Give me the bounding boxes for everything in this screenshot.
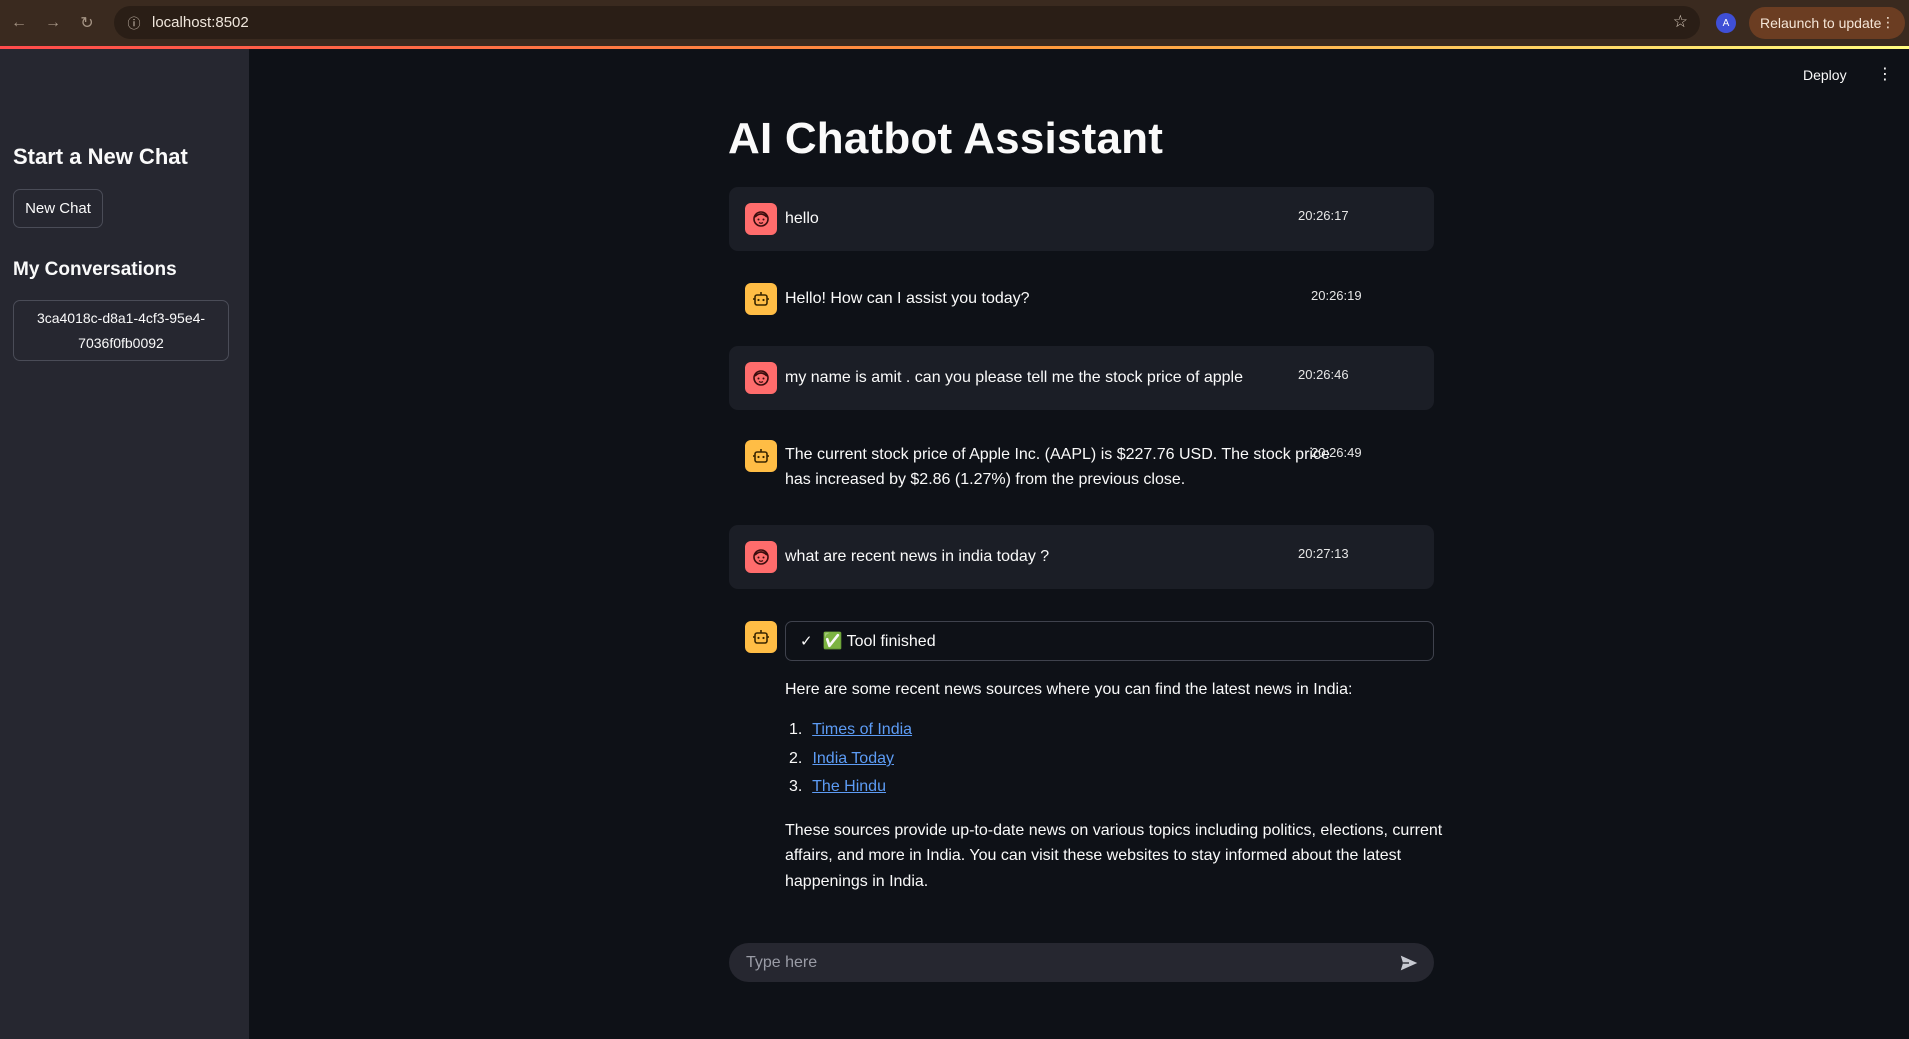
response-intro: Here are some recent news sources where …	[785, 681, 1353, 698]
decoration-accent-bar	[0, 46, 1909, 49]
browser-toolbar: ← → ↻ ⓘ localhost:8502 ☆ A Relaunch to u…	[0, 0, 1909, 46]
user-avatar-icon	[745, 362, 777, 394]
chat-input-container	[729, 943, 1434, 982]
message-timestamp: 20:26:17	[1298, 208, 1349, 223]
checkmark-icon: ✓	[800, 633, 813, 650]
message-timestamp: 20:27:13	[1298, 546, 1349, 561]
news-list-item: 3. The Hindu	[789, 778, 886, 796]
page-title: AI Chatbot Assistant	[728, 114, 1164, 163]
deploy-button[interactable]: Deploy	[1803, 67, 1847, 83]
site-info-icon[interactable]: ⓘ	[118, 13, 150, 32]
sidebar: Start a New Chat New Chat My Conversatio…	[0, 49, 249, 1039]
message-timestamp: 20:26:49	[1311, 445, 1362, 460]
bot-avatar-icon	[745, 283, 777, 315]
forward-arrow-icon[interactable]: →	[38, 8, 68, 38]
back-arrow-icon[interactable]: ←	[4, 8, 34, 38]
menu-dots-icon[interactable]: ⋮	[1881, 14, 1895, 31]
message-text: what are recent news in india today ?	[785, 548, 1050, 565]
response-outro-line: happenings in India.	[785, 873, 929, 890]
response-outro-line: affairs, and more in India. You can visi…	[785, 847, 1402, 864]
tool-status-label: ✅ Tool finished	[822, 633, 936, 650]
message-timestamp: 20:26:19	[1311, 288, 1362, 303]
message-text: Hello! How can I assist you today?	[785, 290, 1030, 307]
chat-message-user: what are recent news in india today ? 20…	[729, 525, 1434, 589]
message-text: hello	[785, 210, 819, 227]
list-number: 1.	[789, 721, 803, 738]
relaunch-label: Relaunch to update	[1760, 15, 1882, 31]
reload-icon[interactable]: ↻	[72, 8, 102, 38]
main-menu-icon[interactable]: ⋮	[1877, 64, 1893, 84]
news-list-item: 1. Times of India	[789, 721, 912, 739]
address-bar[interactable]: ⓘ localhost:8502 ☆	[114, 6, 1700, 39]
chat-message-user: my name is amit . can you please tell me…	[729, 346, 1434, 410]
send-icon[interactable]	[1398, 952, 1420, 974]
bot-avatar-icon	[745, 440, 777, 472]
news-link[interactable]: The Hindu	[812, 778, 886, 795]
sidebar-title: Start a New Chat	[13, 144, 188, 169]
new-chat-button[interactable]: New Chat	[13, 189, 103, 228]
message-text-line: has increased by $2.86 (1.27%) from the …	[785, 471, 1186, 488]
user-avatar-icon	[745, 541, 777, 573]
message-text-line: The current stock price of Apple Inc. (A…	[785, 446, 1330, 463]
chat-message-assistant: The current stock price of Apple Inc. (A…	[729, 424, 1434, 508]
response-outro-line: These sources provide up-to-date news on…	[785, 822, 1443, 839]
address-url[interactable]: localhost:8502	[152, 14, 249, 31]
tool-status-expander[interactable]: ✓ ✅ Tool finished	[785, 621, 1434, 661]
profile-avatar[interactable]: A	[1716, 13, 1736, 33]
news-list-item: 2. India Today	[789, 750, 894, 768]
message-text: my name is amit . can you please tell me…	[785, 369, 1243, 386]
news-link[interactable]: India Today	[812, 750, 894, 767]
relaunch-button[interactable]: Relaunch to update ⋮	[1749, 7, 1905, 39]
list-number: 3.	[789, 778, 803, 795]
conversation-item[interactable]: 3ca4018c-d8a1-4cf3-95e4-7036f0fb0092	[13, 300, 229, 361]
conversations-heading: My Conversations	[13, 259, 177, 280]
news-link[interactable]: Times of India	[812, 721, 912, 738]
message-timestamp: 20:26:46	[1298, 367, 1349, 382]
bookmark-star-icon[interactable]: ☆	[1673, 12, 1688, 32]
list-number: 2.	[789, 750, 803, 767]
chat-message-user: hello 20:26:17	[729, 187, 1434, 251]
chat-message-assistant: Hello! How can I assist you today? 20:26…	[729, 267, 1434, 331]
chat-input[interactable]	[746, 953, 1366, 972]
user-avatar-icon	[745, 203, 777, 235]
bot-avatar-icon	[745, 621, 777, 653]
